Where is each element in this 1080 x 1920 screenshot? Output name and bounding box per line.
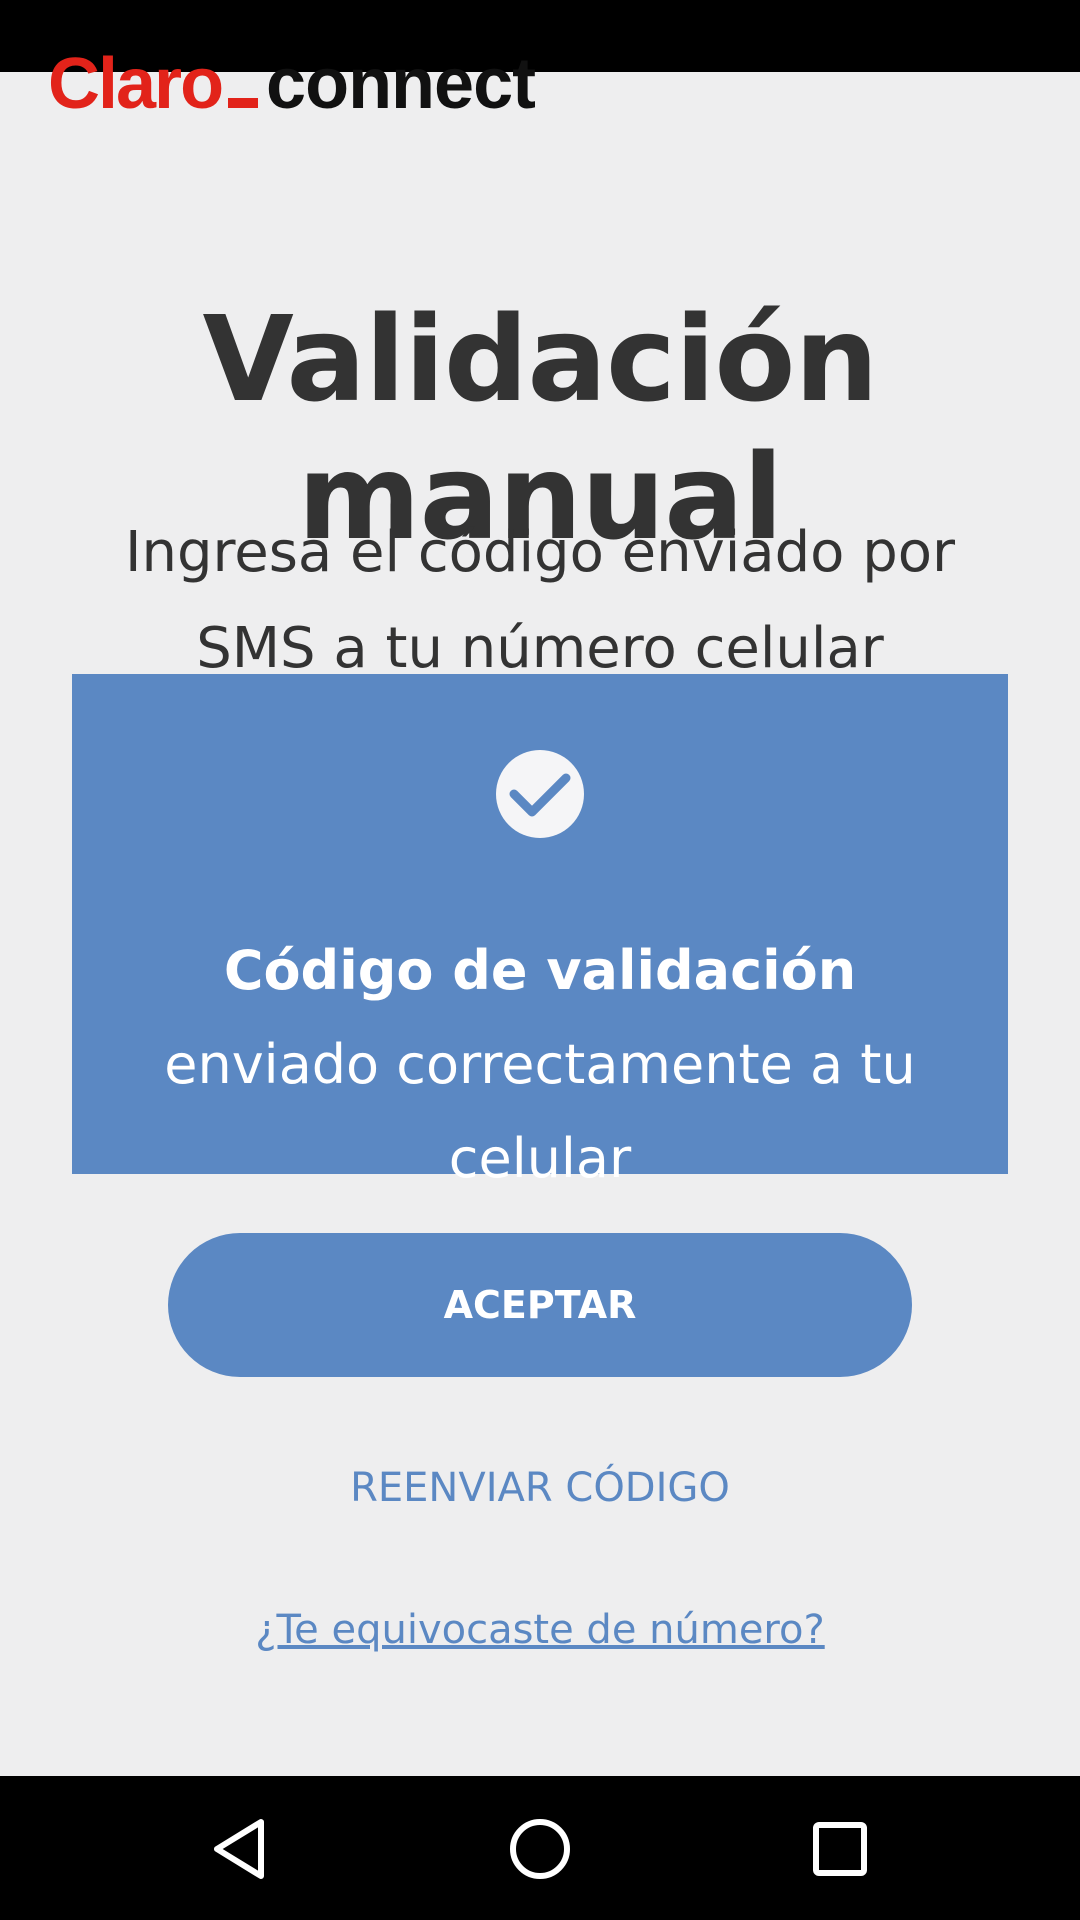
brand-claro: Claro — [48, 50, 224, 124]
brand-dash — [228, 98, 259, 108]
check-icon — [496, 750, 584, 838]
success-notice: Código de validación enviado correctamen… — [72, 674, 1008, 1190]
notice-bold-text: Código de validación — [223, 939, 857, 1002]
home-icon[interactable] — [505, 1814, 575, 1884]
subtitle: Ingresa el código enviado por SMS a tu n… — [124, 520, 956, 681]
wrong-number-link[interactable]: ¿Te equivocaste de número? — [0, 1607, 1080, 1653]
resend-code-link[interactable]: REENVIAR CÓDIGO — [0, 1465, 1080, 1511]
brand-connect: connect — [266, 50, 536, 124]
notice-text: enviado correctamente a tu celular — [164, 1033, 916, 1190]
navigation-bar — [0, 1776, 1080, 1920]
accept-button[interactable]: ACEPTAR — [168, 1233, 912, 1377]
back-icon[interactable] — [205, 1814, 275, 1884]
recents-icon[interactable] — [805, 1814, 875, 1884]
notice-message: Código de validación enviado correctamen… — [112, 924, 968, 1206]
brand-logo: Claro connect — [48, 50, 535, 130]
